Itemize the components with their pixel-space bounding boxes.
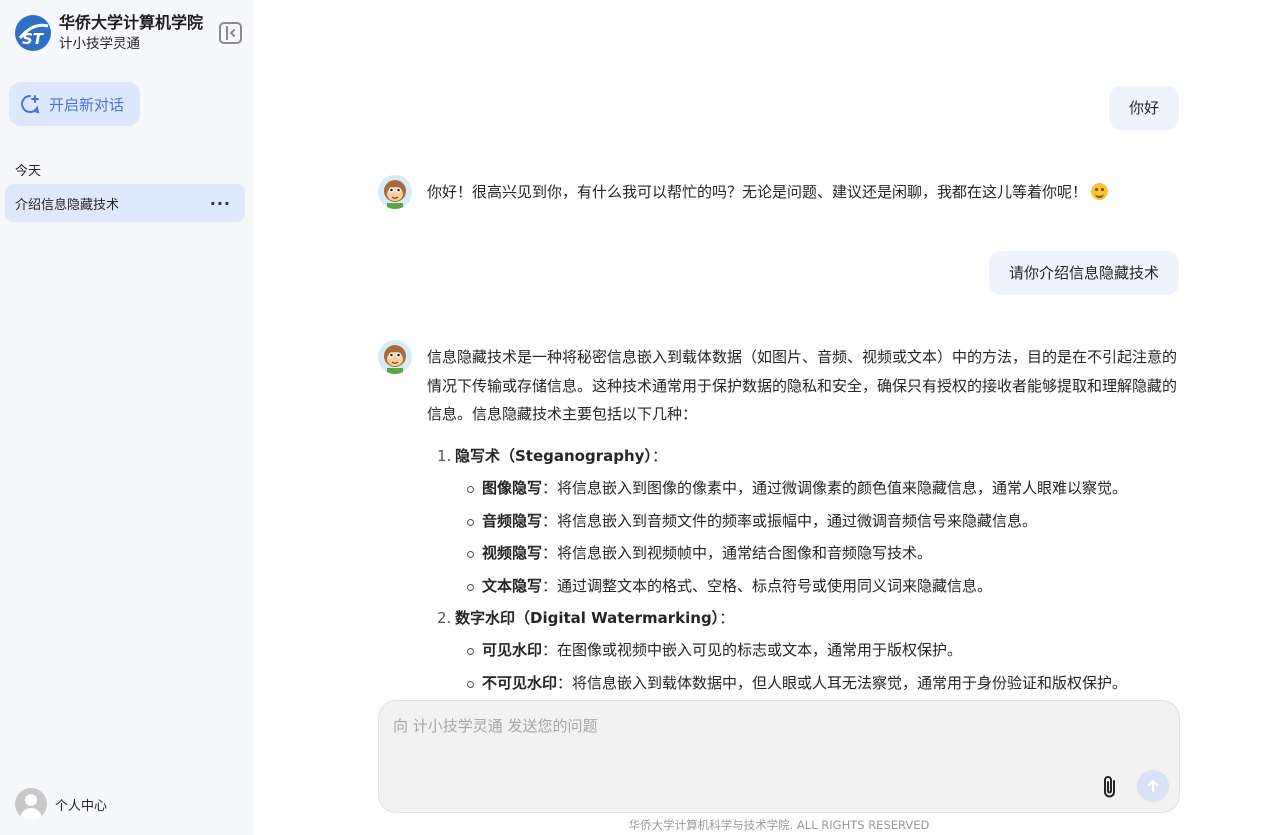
message-input-box[interactable]: 向 计小技学灵通 发送您的问题: [378, 700, 1180, 813]
university-logo-icon: ST: [15, 15, 51, 51]
new-chat-icon: [21, 95, 40, 114]
brand-title: 华侨大学计算机学院: [59, 13, 204, 32]
footer-copyright: 华侨大学计算机科学与技术学院. ALL RIGHTS RESERVED: [628, 818, 930, 832]
new-chat-button[interactable]: 开启新对话: [9, 82, 140, 126]
list-item: 1. 隐写术（Steganography）：: [437, 447, 667, 465]
brand-subtitle: 计小技学灵通: [59, 36, 140, 52]
svg-text:ST: ST: [22, 30, 45, 48]
list-subitem: 音频隐写：将信息嵌入到音频文件的频率或振幅中，通过微调音频信号来隐藏信息。: [437, 505, 1197, 538]
assistant-avatar-icon: [378, 175, 412, 209]
user-avatar-icon: [15, 788, 47, 820]
user-message: 你好: [1108, 86, 1179, 130]
smile-emoji-icon: [1091, 183, 1109, 200]
chat-main: 你好 你好！很高兴见到你，有什么我可以帮忙的吗？无论是问题、建议还是闲聊，我都在…: [254, 0, 1267, 835]
collapse-sidebar-icon[interactable]: [219, 22, 242, 44]
more-options-icon[interactable]: ···: [210, 194, 231, 213]
assistant-avatar-icon: [378, 340, 412, 374]
assistant-message: 你好！很高兴见到你，有什么我可以帮忙的吗？无论是问题、建议还是闲聊，我都在这儿等…: [427, 178, 1187, 207]
user-message: 请你介绍信息隐藏技术: [988, 251, 1179, 295]
new-chat-label: 开启新对话: [49, 95, 125, 114]
history-item-title: 介绍信息隐藏技术: [15, 197, 120, 213]
list-subitem: 可见水印：在图像或视频中嵌入可见的标志或文本，通常用于版权保护。: [437, 634, 1197, 667]
assistant-message-intro: 信息隐藏技术是一种将秘密信息嵌入到载体数据（如图片、音频、视频或文本）中的方法，…: [427, 348, 1178, 423]
profile-button[interactable]: 个人中心: [15, 788, 107, 820]
message-input[interactable]: 向 计小技学灵通 发送您的问题: [393, 715, 598, 736]
brand: ST 华侨大学计算机学院 计小技学灵通: [14, 12, 203, 54]
list-subitem: 不可见水印：将信息嵌入到载体数据中，但人眼或人耳无法察觉，通常用于身份验证和版权…: [437, 667, 1197, 700]
list-item: 2. 数字水印（Digital Watermarking）：: [437, 609, 735, 627]
list-subitem: 图像隐写：将信息嵌入到图像的像素中，通过微调像素的颜色值来隐藏信息，通常人眼难以…: [437, 472, 1197, 505]
assistant-message-list: 1. 隐写术（Steganography）： 图像隐写：将信息嵌入到图像的像素中，…: [437, 440, 1197, 699]
history-item[interactable]: 介绍信息隐藏技术 ···: [5, 184, 245, 222]
assistant-message-text: 你好！很高兴见到你，有什么我可以帮忙的吗？无论是问题、建议还是闲聊，我都在这儿等…: [427, 183, 1088, 201]
sidebar: ST 华侨大学计算机学院 计小技学灵通 开启新对话 今天 介绍信息隐藏技术 ··…: [0, 0, 254, 835]
profile-label: 个人中心: [55, 798, 108, 814]
send-button[interactable]: [1137, 770, 1169, 802]
list-subitem: 文本隐写：通过调整文本的格式、空格、标点符号或使用同义词来隐藏信息。: [437, 570, 1197, 603]
list-subitem: 视频隐写：将信息嵌入到视频帧中，通常结合图像和音频隐写技术。: [437, 537, 1197, 570]
attachment-icon[interactable]: [1099, 774, 1121, 800]
arrow-up-icon: [1147, 780, 1159, 792]
history-section-today: 今天: [15, 164, 42, 179]
